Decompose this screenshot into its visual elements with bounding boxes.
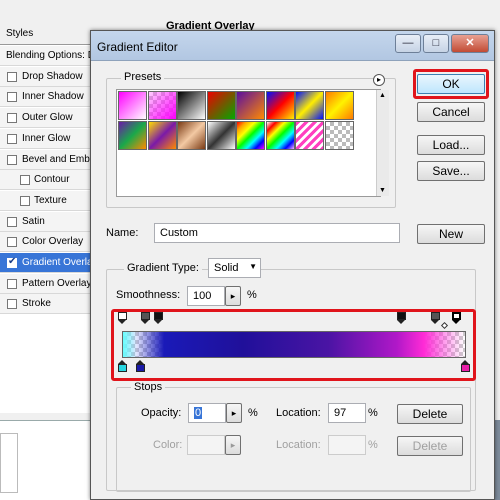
preset-swatch-violet-green-orange[interactable] bbox=[118, 121, 147, 150]
style-item-label: Inner Shadow bbox=[22, 91, 84, 103]
opacity-stop-black-1[interactable] bbox=[154, 312, 163, 324]
ok-button[interactable]: OK bbox=[417, 74, 485, 94]
style-checkbox[interactable] bbox=[7, 113, 17, 124]
chevron-right-icon: ▸ bbox=[230, 440, 236, 450]
name-field[interactable]: Custom bbox=[154, 223, 400, 243]
presets-menu-icon[interactable]: ▸ bbox=[373, 74, 385, 86]
style-checkbox[interactable] bbox=[7, 278, 17, 289]
opacity-unit: % bbox=[248, 407, 258, 419]
location-label-bottom: Location: bbox=[276, 439, 321, 451]
location-label-top: Location: bbox=[276, 407, 321, 419]
delete-color-stop-button[interactable]: Delete bbox=[397, 436, 463, 456]
opacity-value: 0 bbox=[194, 407, 203, 419]
style-checkbox[interactable] bbox=[7, 92, 17, 103]
gradient-type-select[interactable]: Solid ▼ bbox=[208, 258, 261, 278]
color-stop-cyan[interactable] bbox=[118, 360, 127, 372]
style-checkbox[interactable] bbox=[7, 216, 17, 227]
cancel-button[interactable]: Cancel bbox=[417, 102, 485, 122]
scroll-up-icon[interactable]: ▲ bbox=[379, 92, 386, 99]
style-item-label: Stroke bbox=[22, 298, 51, 310]
gradient-type-value: Solid bbox=[214, 262, 239, 274]
opacity-stop-gray-2[interactable] bbox=[431, 312, 440, 324]
style-checkbox[interactable] bbox=[7, 256, 17, 268]
opacity-stop-white[interactable] bbox=[118, 312, 127, 324]
load-button[interactable]: Load... bbox=[417, 135, 485, 155]
color-swatch[interactable] bbox=[187, 435, 225, 455]
opacity-field[interactable]: 0 bbox=[188, 403, 226, 423]
opacity-label: Opacity: bbox=[141, 407, 182, 419]
location-field-top[interactable]: 97 bbox=[328, 403, 366, 423]
preset-swatch-transparent-rainbow[interactable] bbox=[265, 121, 295, 150]
new-button[interactable]: New bbox=[417, 224, 485, 244]
canvas-corner bbox=[0, 433, 18, 493]
style-item-label: Color Overlay bbox=[22, 236, 84, 248]
style-item-label: Outer Glow bbox=[22, 112, 73, 124]
presets-scrollbar[interactable]: ▲ ▼ bbox=[376, 90, 389, 196]
opacity-stop-black-2[interactable] bbox=[397, 312, 406, 324]
style-checkbox[interactable] bbox=[7, 299, 17, 310]
preset-swatch-violet-orange[interactable] bbox=[236, 91, 265, 120]
style-checkbox[interactable] bbox=[20, 195, 30, 206]
presets-label: Presets bbox=[121, 71, 165, 83]
preset-swatch-copper[interactable] bbox=[177, 121, 206, 150]
color-stepper[interactable]: ▸ bbox=[225, 435, 241, 455]
style-item-label: Inner Glow bbox=[22, 132, 71, 144]
location-unit-bottom: % bbox=[368, 439, 378, 451]
opacity-stop-gray-1[interactable] bbox=[141, 312, 150, 324]
dialog-titlebar[interactable]: Gradient Editor — □ ✕ bbox=[91, 31, 494, 61]
style-item-label: Gradient Overlay bbox=[22, 257, 98, 268]
background-canvas bbox=[0, 420, 90, 500]
style-checkbox[interactable] bbox=[7, 133, 17, 144]
dialog-title: Gradient Editor bbox=[97, 40, 178, 54]
minimize-button[interactable]: — bbox=[395, 34, 421, 53]
delete-stop-button[interactable]: Delete bbox=[397, 404, 463, 424]
color-stop-magenta[interactable] bbox=[461, 360, 470, 372]
chevron-right-icon: ▸ bbox=[230, 291, 236, 301]
close-button[interactable]: ✕ bbox=[451, 34, 489, 53]
save-button[interactable]: Save... bbox=[417, 161, 485, 181]
style-item-label: Satin bbox=[22, 215, 45, 227]
style-item-label: Texture bbox=[34, 194, 67, 206]
chevron-right-icon: ▸ bbox=[231, 408, 237, 418]
opacity-stepper[interactable]: ▸ bbox=[226, 403, 242, 423]
stops-label: Stops bbox=[131, 381, 166, 393]
location-unit-top: % bbox=[368, 407, 378, 419]
preset-swatch-transparent-magenta[interactable] bbox=[147, 91, 177, 120]
smoothness-stepper[interactable]: ▸ bbox=[225, 286, 241, 306]
preset-swatch-spectrum[interactable] bbox=[236, 121, 265, 150]
maximize-button[interactable]: □ bbox=[423, 34, 449, 53]
preset-swatch-checker[interactable] bbox=[324, 121, 354, 150]
chevron-down-icon: ▼ bbox=[249, 262, 257, 271]
name-label: Name: bbox=[106, 227, 139, 239]
gradient-type-label: Gradient Type: bbox=[124, 262, 202, 274]
color-label: Color: bbox=[153, 439, 183, 451]
style-checkbox[interactable] bbox=[20, 175, 30, 186]
style-item-label: Drop Shadow bbox=[22, 70, 83, 82]
preset-swatch-orange-yellow-orange[interactable] bbox=[324, 91, 354, 120]
scroll-down-icon[interactable]: ▼ bbox=[379, 187, 386, 194]
style-item-label: Contour bbox=[34, 174, 70, 186]
preset-swatch-blue-red-yellow[interactable] bbox=[265, 91, 295, 120]
smoothness-label: Smoothness: bbox=[116, 289, 181, 301]
preset-swatch-yellow-violet-orange[interactable] bbox=[147, 121, 177, 150]
preset-swatch-magenta-white[interactable] bbox=[118, 91, 147, 120]
smoothness-field[interactable]: 100 bbox=[187, 286, 225, 306]
style-item-label: Pattern Overlay bbox=[22, 277, 92, 289]
location-field-bottom[interactable] bbox=[328, 435, 366, 455]
smoothness-unit: % bbox=[247, 289, 257, 301]
preset-swatch-red-green[interactable] bbox=[206, 91, 236, 120]
preset-swatch-chrome[interactable] bbox=[206, 121, 236, 150]
opacity-stop-selected[interactable] bbox=[452, 312, 461, 324]
gradient-editor-dialog: Gradient Editor — □ ✕ Presets ▸ ▲ ▼ OK C… bbox=[90, 30, 495, 500]
presets-list[interactable] bbox=[116, 89, 381, 197]
gradient-bar[interactable] bbox=[122, 331, 466, 358]
color-stop-blue[interactable] bbox=[136, 360, 145, 372]
preset-swatch-black-white[interactable] bbox=[177, 91, 206, 120]
style-checkbox[interactable] bbox=[7, 71, 17, 82]
style-checkbox[interactable] bbox=[7, 154, 17, 165]
preset-swatch-blue-yellow-blue[interactable] bbox=[295, 91, 324, 120]
preset-swatch-transparent-stripes[interactable] bbox=[295, 121, 324, 150]
style-checkbox[interactable] bbox=[7, 237, 17, 248]
